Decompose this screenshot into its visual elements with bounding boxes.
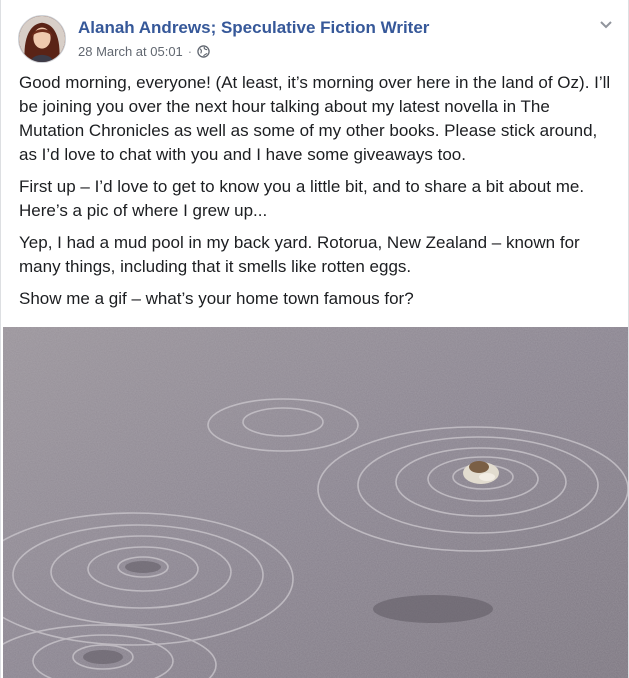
facebook-post: Alanah Andrews; Speculative Fiction Writ…: [0, 0, 629, 678]
post-paragraph-4: Show me a gif – what’s your home town fa…: [19, 289, 414, 308]
chevron-down-icon[interactable]: [598, 16, 614, 32]
avatar-photo: [19, 16, 65, 62]
post-header: Alanah Andrews; Speculative Fiction Writ…: [1, 0, 628, 63]
post-paragraph-3: Yep, I had a mud pool in my back yard. R…: [19, 233, 580, 276]
post-timestamp[interactable]: 28 March at 05:01: [78, 44, 183, 59]
author-name-link[interactable]: Alanah Andrews; Speculative Fiction Writ…: [78, 18, 429, 38]
post-paragraph-2: First up – I’d love to get to know you a…: [19, 177, 585, 220]
author-avatar[interactable]: [18, 15, 66, 63]
post-paragraph-1: Good morning, everyone! (At least, it’s …: [19, 73, 611, 164]
globe-icon[interactable]: [197, 45, 210, 58]
post-meta: 28 March at 05:01 ·: [78, 44, 210, 59]
meta-separator: ·: [187, 44, 193, 59]
post-text: Good morning, everyone! (At least, it’s …: [19, 71, 619, 319]
post-photo-mud-pool[interactable]: [3, 327, 628, 678]
